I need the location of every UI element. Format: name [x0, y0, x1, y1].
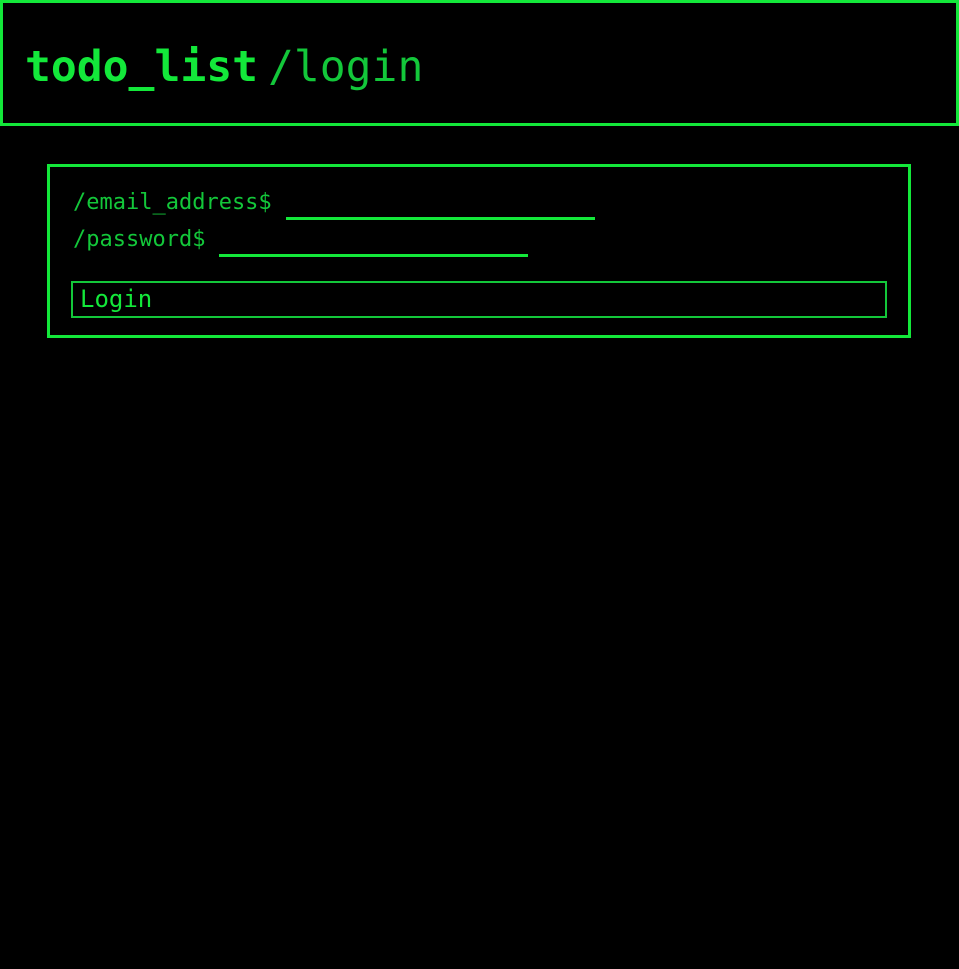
route-path: /login — [268, 42, 424, 92]
email-field[interactable] — [285, 192, 595, 220]
app-name: todo_list — [25, 42, 258, 92]
password-row: /password$ — [73, 224, 529, 257]
password-field[interactable] — [219, 229, 529, 257]
login-button[interactable]: Login — [71, 281, 887, 318]
email-row: /email_address$ — [73, 187, 595, 220]
login-form: /email_address$ /password$ Login — [47, 164, 911, 338]
email-prompt-label: /email_address$ — [73, 190, 272, 215]
password-prompt-label: /password$ — [73, 227, 206, 252]
page-title: todo_list/login — [25, 41, 423, 93]
app-header: todo_list/login — [0, 0, 959, 126]
